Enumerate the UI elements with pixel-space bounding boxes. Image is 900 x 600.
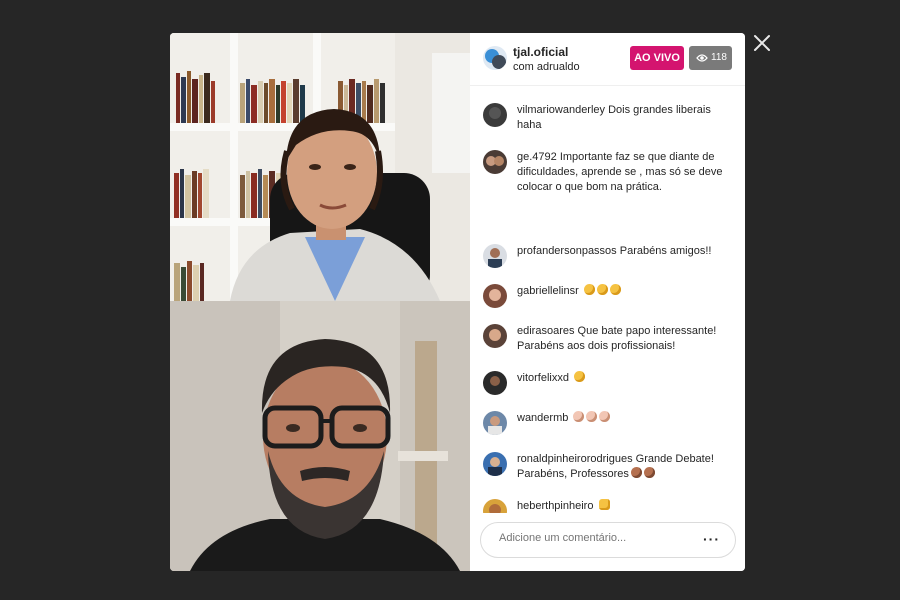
clap-icon xyxy=(643,467,655,478)
more-options-icon[interactable]: ··· xyxy=(703,531,720,547)
comment-username[interactable]: ronaldpinheirorodrigues xyxy=(517,453,633,465)
comment-text: Parabéns amigos!! xyxy=(619,245,712,257)
avatar[interactable] xyxy=(483,150,507,174)
guest-subtitle: com adrualdo xyxy=(513,61,580,73)
comment-input-box: ··· xyxy=(480,522,736,558)
avatar[interactable] xyxy=(483,452,507,476)
comment-username[interactable]: vitorfelixxd xyxy=(517,372,569,384)
comment-username[interactable]: vilmariowanderley xyxy=(517,104,605,116)
avatar[interactable] xyxy=(483,103,507,127)
clap-icon xyxy=(630,467,642,478)
guest-camera-feed xyxy=(170,301,470,571)
avatar[interactable] xyxy=(483,284,507,308)
clap-icon xyxy=(573,411,585,422)
avatar[interactable] xyxy=(483,499,507,513)
comment-username[interactable]: edirasoares xyxy=(517,325,574,337)
clap-icon xyxy=(574,371,586,382)
live-badge: AO VIVO xyxy=(630,46,684,70)
host-camera-feed xyxy=(170,33,470,301)
comment-username[interactable]: wandermb xyxy=(517,412,568,424)
thumbs-up-icon xyxy=(598,499,610,510)
comment-username[interactable]: heberthpinheiro xyxy=(517,500,593,512)
avatar[interactable] xyxy=(483,324,507,348)
live-video xyxy=(170,33,470,571)
host-username[interactable]: tjal.oficial xyxy=(513,45,568,59)
comment-input[interactable] xyxy=(497,531,691,545)
eye-icon xyxy=(696,54,708,62)
comments-panel: tjal.oficial com adrualdo AO VIVO 118 vi… xyxy=(470,33,745,571)
live-modal: tjal.oficial com adrualdo AO VIVO 118 vi… xyxy=(170,33,745,571)
comment-username[interactable]: gabriellelinsr xyxy=(517,285,579,297)
clap-icon xyxy=(599,411,611,422)
comment-username[interactable]: ge.4792 xyxy=(517,151,557,163)
close-icon[interactable] xyxy=(751,32,773,54)
live-header: tjal.oficial com adrualdo AO VIVO 118 xyxy=(470,33,745,86)
host-avatar[interactable] xyxy=(483,46,507,70)
comments-list[interactable]: vilmariowanderley Dois grandes liberais … xyxy=(470,86,745,513)
clap-icon xyxy=(586,411,598,422)
viewer-count: 118 xyxy=(711,52,727,63)
clap-icon xyxy=(609,284,621,295)
clap-icon xyxy=(583,284,595,295)
viewer-count-badge[interactable]: 118 xyxy=(689,46,732,70)
avatar[interactable] xyxy=(483,411,507,435)
comment-username[interactable]: profandersonpassos xyxy=(517,245,617,257)
avatar[interactable] xyxy=(483,244,507,268)
avatar[interactable] xyxy=(483,371,507,395)
clap-icon xyxy=(596,284,608,295)
